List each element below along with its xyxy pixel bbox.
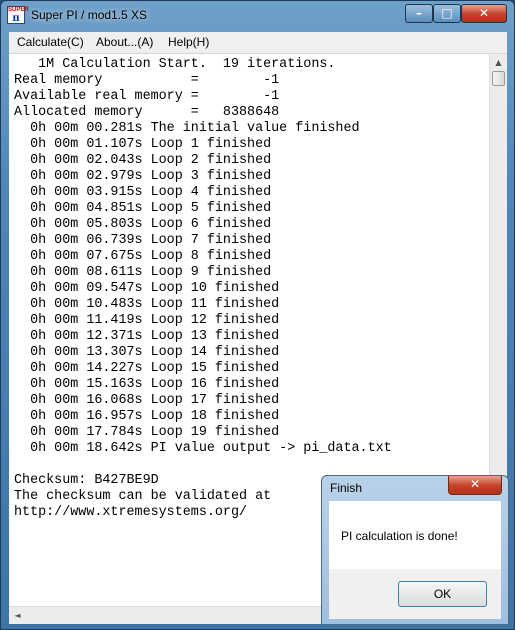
console-line: 0h 00m 13.307s Loop 14 finished bbox=[14, 345, 280, 360]
dialog-message: PI calculation is done! bbox=[341, 529, 458, 543]
title-bar[interactable]: SUPER π Super PI / mod1.5 XS – □ ✕ bbox=[1, 1, 514, 31]
console-line: 0h 00m 10.483s Loop 11 finished bbox=[14, 297, 280, 312]
console-line: 0h 00m 06.739s Loop 7 finished bbox=[14, 233, 272, 248]
console-line: 0h 00m 16.957s Loop 18 finished bbox=[14, 409, 280, 424]
menu-about[interactable]: About...(A) bbox=[96, 35, 153, 49]
console-line: 0h 00m 12.371s Loop 13 finished bbox=[14, 329, 280, 344]
dialog-footer: OK bbox=[329, 569, 501, 619]
console-line: 1M Calculation Start. 19 iterations. bbox=[14, 57, 336, 72]
menu-calculate[interactable]: Calculate(C) bbox=[17, 35, 84, 49]
console-line: Allocated memory = 8388648 bbox=[14, 105, 280, 120]
console-line: 0h 00m 17.784s Loop 19 finished bbox=[14, 425, 280, 440]
console-line: 0h 00m 03.915s Loop 4 finished bbox=[14, 185, 272, 200]
scroll-thumb[interactable] bbox=[492, 71, 505, 86]
console-line: 0h 00m 16.068s Loop 17 finished bbox=[14, 393, 280, 408]
dialog-body: PI calculation is done! bbox=[329, 501, 501, 569]
console-line: 0h 00m 09.547s Loop 10 finished bbox=[14, 281, 280, 296]
console-line: Available real memory = -1 bbox=[14, 89, 280, 104]
console-line: 0h 00m 02.043s Loop 2 finished bbox=[14, 153, 272, 168]
maximize-button[interactable]: □ bbox=[433, 4, 461, 23]
console-line: 0h 00m 14.227s Loop 15 finished bbox=[14, 361, 280, 376]
superpi-app-icon[interactable]: SUPER π bbox=[7, 6, 29, 24]
console-line: 0h 00m 18.642s PI value output -> pi_dat… bbox=[14, 441, 392, 456]
console-line: 0h 00m 07.675s Loop 8 finished bbox=[14, 249, 272, 264]
scroll-left-icon[interactable]: ◄ bbox=[9, 607, 26, 624]
console-line: 0h 00m 01.107s Loop 1 finished bbox=[14, 137, 272, 152]
console-line: 0h 00m 11.419s Loop 12 finished bbox=[14, 313, 280, 328]
console-line: 0h 00m 04.851s Loop 5 finished bbox=[14, 201, 272, 216]
menu-help[interactable]: Help(H) bbox=[168, 35, 209, 49]
menu-bar: Calculate(C) About...(A) Help(H) bbox=[9, 32, 507, 54]
close-button[interactable]: ✕ bbox=[461, 4, 507, 23]
pi-icon: π bbox=[12, 13, 20, 24]
console-line: 0h 00m 05.803s Loop 6 finished bbox=[14, 217, 272, 232]
console-line: 0h 00m 02.979s Loop 3 finished bbox=[14, 169, 272, 184]
dialog-close-button[interactable]: ✕ bbox=[448, 476, 502, 495]
scroll-up-icon[interactable]: ▲ bbox=[490, 54, 507, 71]
console-line: 0h 00m 00.281s The initial value finishe… bbox=[14, 121, 360, 136]
dialog-title: Finish bbox=[330, 481, 363, 495]
minimize-button[interactable]: – bbox=[405, 4, 433, 23]
console-line: 0h 00m 15.163s Loop 16 finished bbox=[14, 377, 280, 392]
console-line: 0h 00m 08.611s Loop 9 finished bbox=[14, 265, 272, 280]
finish-dialog: Finish ✕ PI calculation is done! OK bbox=[321, 475, 509, 625]
console-output: 1M Calculation Start. 19 iterations. Real… bbox=[14, 57, 392, 521]
window-title: Super PI / mod1.5 XS bbox=[31, 8, 148, 22]
console-line: Real memory = -1 bbox=[14, 73, 280, 88]
ok-button[interactable]: OK bbox=[398, 581, 487, 607]
